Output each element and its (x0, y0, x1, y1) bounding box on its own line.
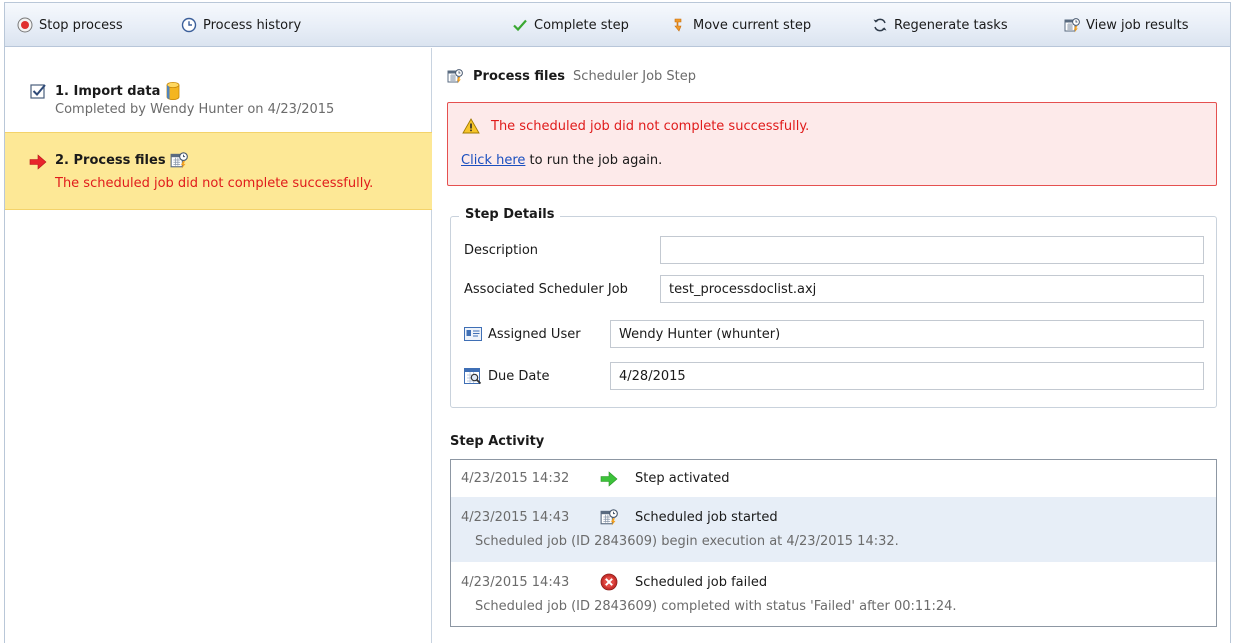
activity-time: 4/23/2015 14:43 (461, 510, 570, 525)
activity-title: Scheduled job started (635, 510, 778, 525)
move-current-step-label: Move current step (693, 17, 812, 33)
activity-time: 4/23/2015 14:32 (461, 471, 570, 486)
warning-icon (462, 118, 480, 134)
error-icon (600, 573, 618, 591)
step-header: Process files Scheduler Job Step (447, 68, 696, 84)
stop-process-label: Stop process (39, 17, 123, 33)
assigned-user-label-wrap: Assigned User (464, 327, 581, 342)
activity-time: 4/23/2015 14:43 (461, 575, 570, 590)
due-date-row: Due Date 4/28/2015 (464, 362, 1204, 390)
process-history-button[interactable]: Process history (181, 16, 301, 34)
scheduler-job-icon (1064, 18, 1080, 33)
scheduler-job-icon (447, 69, 463, 84)
due-date-field[interactable]: 4/28/2015 (610, 362, 1204, 390)
regenerate-tasks-button[interactable]: Regenerate tasks (872, 16, 1008, 34)
database-icon (166, 82, 180, 100)
step-subtitle: Completed by Wendy Hunter on 4/23/2015 (55, 102, 335, 117)
activity-title: Step activated (635, 471, 730, 486)
step-item-process-files[interactable]: 2. Process files The scheduled job did n… (5, 132, 432, 210)
complete-step-button[interactable]: Complete step (512, 16, 629, 34)
step-activity-list[interactable]: 4/23/2015 14:32 Step activated 4/23/2015… (450, 459, 1217, 627)
assigned-user-row: Assigned User Wendy Hunter (whunter) (464, 320, 1204, 348)
rerun-job-suffix: to run the job again. (529, 153, 663, 168)
due-date-label: Due Date (488, 368, 550, 384)
description-label: Description (464, 242, 539, 258)
stop-icon (17, 17, 33, 33)
activity-description: Scheduled job (ID 2843609) begin executi… (475, 534, 899, 549)
step-detail-pane: Process files Scheduler Job Step The sch… (433, 48, 1230, 643)
rerun-job-link[interactable]: Click here (461, 153, 525, 168)
complete-step-label: Complete step (534, 17, 629, 33)
step-error-subtitle: The scheduled job did not complete succe… (55, 176, 374, 191)
calendar-search-icon (464, 368, 482, 385)
step-type-label: Scheduler Job Step (573, 68, 697, 84)
assigned-user-label: Assigned User (488, 326, 581, 342)
green-arrow-icon (600, 471, 618, 487)
rerun-job-line: Click here to run the job again. (461, 153, 662, 168)
description-row: Description (464, 236, 1204, 264)
step-detail-title: Process files (473, 68, 566, 84)
red-arrow-icon (29, 154, 47, 170)
description-field[interactable] (660, 236, 1204, 264)
step-details-group: Step Details Description Associated Sche… (450, 207, 1217, 408)
activity-entry: 4/23/2015 14:43 Scheduled job failed Sch… (451, 562, 1216, 626)
step-title: 2. Process files (55, 152, 166, 168)
assigned-user-field[interactable]: Wendy Hunter (whunter) (610, 320, 1204, 348)
step-details-legend: Step Details (459, 207, 561, 222)
scheduler-job-label: Associated Scheduler Job (464, 281, 628, 297)
due-date-label-wrap: Due Date (464, 367, 549, 385)
activity-title: Scheduled job failed (635, 575, 768, 590)
scheduler-job-row: Associated Scheduler Job test_processdoc… (464, 275, 1204, 303)
scheduler-job-field[interactable]: test_processdoclist.axj (660, 275, 1204, 303)
scheduler-job-icon (600, 509, 618, 526)
step-item-import-data[interactable]: 1. Import data Completed by Wendy Hunter… (5, 60, 432, 120)
view-job-results-button[interactable]: View job results (1064, 16, 1188, 34)
refresh-icon (873, 18, 887, 32)
error-banner: The scheduled job did not complete succe… (447, 102, 1217, 186)
step-title: 1. Import data (55, 83, 161, 99)
move-step-icon (674, 18, 682, 32)
clock-icon (181, 17, 197, 33)
checkmark-icon (513, 19, 527, 32)
checked-checkbox-icon (30, 84, 46, 99)
toolbar: Stop process Process history Complete st… (5, 3, 1230, 47)
step-list: 1. Import data Completed by Wendy Hunter… (5, 48, 432, 643)
move-current-step-button[interactable]: Move current step (671, 16, 811, 34)
activity-entry: 4/23/2015 14:43 Scheduled job started Sc… (451, 497, 1216, 562)
activity-entry: 4/23/2015 14:32 Step activated (451, 460, 1216, 497)
activity-description: Scheduled job (ID 2843609) completed wit… (475, 599, 957, 614)
regenerate-tasks-label: Regenerate tasks (894, 17, 1008, 33)
step-activity-title: Step Activity (450, 434, 545, 449)
process-history-label: Process history (203, 17, 302, 33)
scheduler-job-icon (170, 152, 188, 169)
stop-process-button[interactable]: Stop process (17, 16, 123, 34)
error-message: The scheduled job did not complete succe… (491, 119, 810, 134)
view-job-results-label: View job results (1086, 17, 1189, 33)
process-window: Stop process Process history Complete st… (4, 2, 1231, 643)
user-card-icon (464, 327, 482, 341)
